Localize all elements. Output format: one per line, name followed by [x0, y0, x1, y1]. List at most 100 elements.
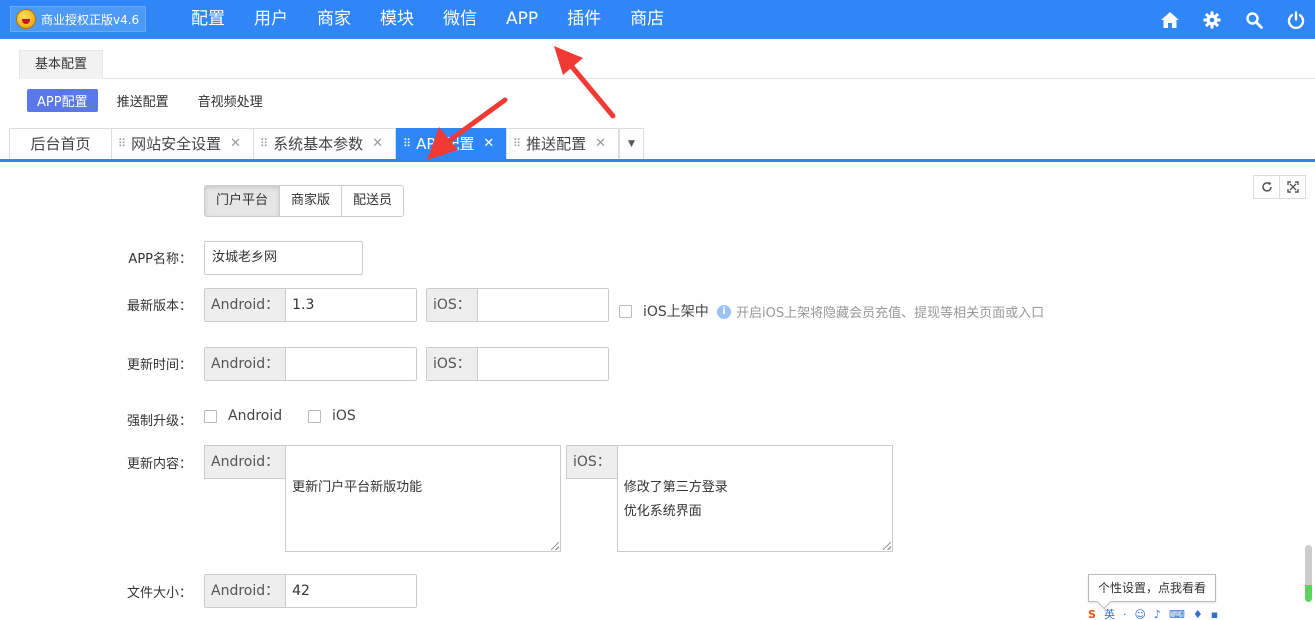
- ime-toolbar[interactable]: S 英 · ☺ ♪ ⌨ ♦ ▪: [1088, 609, 1288, 620]
- ios-listed-label: iOS上架中: [643, 304, 709, 320]
- file-size-label: 文件大小：: [126, 586, 192, 601]
- platform-merchant-button[interactable]: 商家版: [279, 186, 342, 216]
- content-ios-textarea[interactable]: 修改了第三方登录 优化系统界面: [616, 445, 893, 552]
- nav-config[interactable]: 配置: [176, 0, 239, 39]
- drag-grip-icon[interactable]: ⠿: [403, 129, 411, 159]
- app-name-input[interactable]: 汝城老乡网: [204, 241, 363, 275]
- checkbox-box[interactable]: [619, 304, 632, 318]
- version-ios-input[interactable]: [477, 289, 608, 321]
- personalize-tooltip[interactable]: 个性设置，点我看看: [1088, 574, 1217, 602]
- update-time-android-input[interactable]: [286, 348, 416, 380]
- nav-app[interactable]: APP: [491, 0, 552, 39]
- close-icon[interactable]: ✕: [372, 129, 383, 159]
- checkbox-box[interactable]: [308, 409, 321, 423]
- version-ios-group: iOS：: [426, 288, 609, 322]
- nav-wechat[interactable]: 微信: [428, 0, 491, 39]
- update-content-label: 更新内容：: [126, 457, 192, 472]
- drag-grip-icon[interactable]: ⠿: [260, 129, 268, 159]
- ime-menu-icon[interactable]: ▪: [1211, 609, 1218, 620]
- tab-site-security[interactable]: ⠿ 网站安全设置 ✕: [111, 128, 254, 159]
- home-icon[interactable]: [1159, 9, 1181, 31]
- scrollbar[interactable]: [1305, 545, 1312, 602]
- app-title: 商业授权正版v4.6: [41, 12, 140, 27]
- ime-skin-icon[interactable]: ♦: [1193, 609, 1203, 620]
- top-menu: 配置 用户 商家 模块 微信 APP 插件 商店: [176, 0, 678, 39]
- top-icon-group: [1139, 0, 1307, 39]
- ios-addon: iOS：: [427, 348, 478, 380]
- tab-push-config[interactable]: ⠿ 推送配置 ✕: [506, 128, 619, 159]
- module-tab-basic-config[interactable]: 基本配置: [19, 50, 103, 79]
- file-size-android-input[interactable]: 42: [286, 575, 416, 607]
- tab-label: 推送配置: [526, 135, 587, 153]
- nav-modules[interactable]: 模块: [365, 0, 428, 39]
- force-ios-checkbox[interactable]: iOS: [308, 408, 356, 424]
- version-label: 最新版本：: [126, 299, 192, 314]
- android-addon: Android：: [205, 348, 287, 380]
- android-addon: Android：: [204, 445, 286, 479]
- ios-listed-checkbox[interactable]: iOS上架中: [619, 301, 709, 321]
- version-android-input[interactable]: 1.3: [286, 289, 416, 321]
- platform-courier-button[interactable]: 配送员: [341, 186, 404, 216]
- ime-voice-icon[interactable]: ♪: [1154, 609, 1161, 620]
- tab-label: 网站安全设置: [131, 135, 222, 153]
- ime-lang-icon[interactable]: 英: [1104, 609, 1115, 620]
- platform-switch: 门户平台 商家版 配送员: [204, 185, 405, 217]
- nav-users[interactable]: 用户: [239, 0, 302, 39]
- tab-label: 系统基本参数: [273, 135, 364, 153]
- ime-logo-icon[interactable]: S: [1088, 609, 1096, 620]
- tab-dropdown-button[interactable]: ▼: [619, 128, 644, 159]
- subnav-av-processing[interactable]: 音视频处理: [198, 91, 263, 110]
- android-addon: Android：: [205, 575, 287, 607]
- content-ios-text: 修改了第三方登录 优化系统界面: [623, 480, 728, 519]
- checkbox-box[interactable]: [204, 409, 217, 423]
- platform-portal-button[interactable]: 门户平台: [205, 186, 280, 216]
- resize-handle-icon[interactable]: [551, 542, 560, 550]
- drag-grip-icon[interactable]: ⠿: [118, 129, 126, 159]
- content-android-group: Android： 更新门户平台新版功能: [204, 445, 562, 552]
- nav-store[interactable]: 商店: [615, 0, 678, 39]
- power-icon[interactable]: [1285, 9, 1307, 31]
- drag-grip-icon[interactable]: ⠿: [513, 129, 521, 159]
- fullscreen-icon[interactable]: [1279, 176, 1305, 198]
- ime-punct-icon[interactable]: ·: [1123, 609, 1127, 620]
- search-icon[interactable]: [1243, 9, 1265, 31]
- app-logo[interactable]: 商业授权正版v4.6: [10, 6, 146, 32]
- content-android-textarea[interactable]: 更新门户平台新版功能: [285, 445, 562, 552]
- nav-plugins[interactable]: 插件: [552, 0, 615, 39]
- tab-label: 后台首页: [30, 135, 91, 153]
- android-addon: Android：: [205, 289, 287, 321]
- ios-listed-hint: i 开启iOS上架将隐藏会员充值、提现等相关页面或入口: [717, 302, 1044, 321]
- tab-label: APP配置: [416, 135, 475, 153]
- ios-addon: iOS：: [566, 445, 617, 479]
- content-ios-group: iOS： 修改了第三方登录 优化系统界面: [566, 445, 893, 552]
- ime-keyboard-icon[interactable]: ⌨: [1169, 609, 1185, 620]
- resize-handle-icon[interactable]: [882, 542, 891, 550]
- gear-icon[interactable]: [1201, 9, 1223, 31]
- subnav-push-config[interactable]: 推送配置: [117, 91, 169, 110]
- close-icon[interactable]: ✕: [483, 129, 494, 159]
- ime-emoji-icon[interactable]: ☺: [1134, 609, 1145, 620]
- force-android-label: Android: [228, 408, 283, 424]
- app-name-label: APP名称：: [128, 252, 192, 267]
- update-time-ios-group: iOS：: [426, 347, 609, 381]
- content-android-text: 更新门户平台新版功能: [292, 480, 423, 495]
- nav-merchants[interactable]: 商家: [302, 0, 365, 39]
- close-icon[interactable]: ✕: [595, 129, 606, 159]
- version-android-group: Android： 1.3: [204, 288, 417, 322]
- update-time-ios-input[interactable]: [477, 348, 608, 380]
- file-size-android-group: Android： 42: [204, 574, 417, 608]
- tab-system-params[interactable]: ⠿ 系统基本参数 ✕: [253, 128, 396, 159]
- refresh-icon[interactable]: [1254, 176, 1279, 198]
- page-tools: [1253, 175, 1306, 199]
- tab-dashboard[interactable]: 后台首页: [9, 128, 112, 159]
- info-icon: i: [717, 304, 731, 319]
- subnav-app-config[interactable]: APP配置: [27, 89, 98, 112]
- logo-badge-icon: [16, 9, 36, 29]
- sub-navigation: APP配置 推送配置 音视频处理: [27, 89, 292, 112]
- page-tab-bar: 后台首页 ⠿ 网站安全设置 ✕ ⠿ 系统基本参数 ✕ ⠿ APP配置 ✕ ⠿ 推…: [0, 128, 1315, 162]
- force-android-checkbox[interactable]: Android: [204, 408, 282, 424]
- hint-text: 开启iOS上架将隐藏会员充值、提现等相关页面或入口: [736, 306, 1045, 321]
- force-ios-label: iOS: [332, 408, 356, 424]
- close-icon[interactable]: ✕: [230, 129, 241, 159]
- tab-app-config[interactable]: ⠿ APP配置 ✕: [396, 128, 507, 159]
